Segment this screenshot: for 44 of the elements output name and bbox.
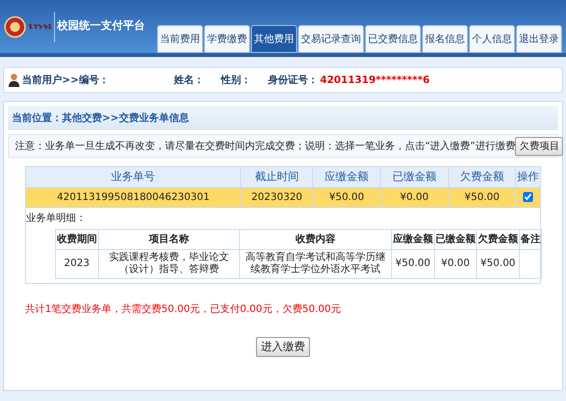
column-header: 收费期间 xyxy=(56,230,98,250)
order-row[interactable]: 420113199508180046230301 20230320 ¥50.00 ¥0.00 ¥50.00 xyxy=(26,188,540,208)
id-card-value: 42011319*********6 xyxy=(320,74,430,88)
nav-tab[interactable]: 退出登录 xyxy=(516,25,562,53)
nav-tab[interactable]: 报名信息 xyxy=(422,25,468,53)
column-header: 已缴金额 xyxy=(434,230,477,250)
breadcrumb-text: 当前位置：其他交费>>交费业务单信息 xyxy=(12,111,189,126)
notice-text: 注意：业务单一旦生成不再改变，请尽量在交费时间内完成交费；说明：选择一笔业务，点击“进入缴费”进行缴费 xyxy=(15,140,516,154)
arrears-button[interactable]: 欠费项目 xyxy=(515,136,564,156)
column-header: 备注 xyxy=(519,230,542,250)
nav-tab[interactable]: 当前费用 xyxy=(157,25,203,53)
gender-label: 性别： xyxy=(221,74,252,88)
logo-emblem-icon xyxy=(4,16,26,38)
row-checkbox[interactable] xyxy=(523,192,534,202)
user-icon xyxy=(8,73,20,87)
table-cell: ¥0.00 xyxy=(380,188,448,208)
table-cell: ¥50.00 xyxy=(476,250,520,278)
table-cell: 20230320 xyxy=(240,188,313,208)
table-cell: 实践课程考核费，毕业论文（设计）指导、答辩费 xyxy=(98,250,240,278)
column-header: 收费内容 xyxy=(240,230,392,250)
calligraphy-logo-drawing xyxy=(28,22,52,31)
pay-button[interactable]: 进入缴费 xyxy=(256,337,310,357)
summary-text: 共计1笔交费业务单，共需交费50.00元，已支付0.00元，欠费50.00元 xyxy=(25,302,342,317)
nav-tab[interactable]: 个人信息 xyxy=(469,25,515,53)
table-cell: ¥50.00 xyxy=(392,250,434,278)
nav-tab[interactable]: 已交费信息 xyxy=(365,25,421,53)
table-cell: ¥50.00 xyxy=(312,188,380,208)
column-header: 应缴金额 xyxy=(392,230,434,250)
nav-tab[interactable]: 其他费用 xyxy=(251,25,297,53)
table-cell: ¥0.00 xyxy=(434,250,477,278)
table-cell: 420113199508180046230301 xyxy=(26,188,241,208)
detail-label: 业务单明细： xyxy=(26,212,87,226)
nav-tab[interactable]: 交易记录查询 xyxy=(298,25,364,53)
table-cell: ¥50.00 xyxy=(448,188,516,208)
table-cell: 高等教育自学考试和高等学历继续教育学士学位外语水平考试 xyxy=(240,250,392,278)
table-cell: 2023 xyxy=(56,250,98,278)
nav-tab[interactable]: 学费缴费 xyxy=(204,25,250,53)
user-number-label: 当前用户>>编号： xyxy=(22,73,110,88)
column-header: 业务单号 xyxy=(26,166,241,188)
column-header: 项目名称 xyxy=(98,230,240,250)
column-header: 欠费金额 xyxy=(476,230,520,250)
id-card-label: 身份证号： xyxy=(268,74,318,88)
platform-title: 校园统一支付平台 xyxy=(57,18,145,34)
name-label: 姓名： xyxy=(174,74,205,88)
